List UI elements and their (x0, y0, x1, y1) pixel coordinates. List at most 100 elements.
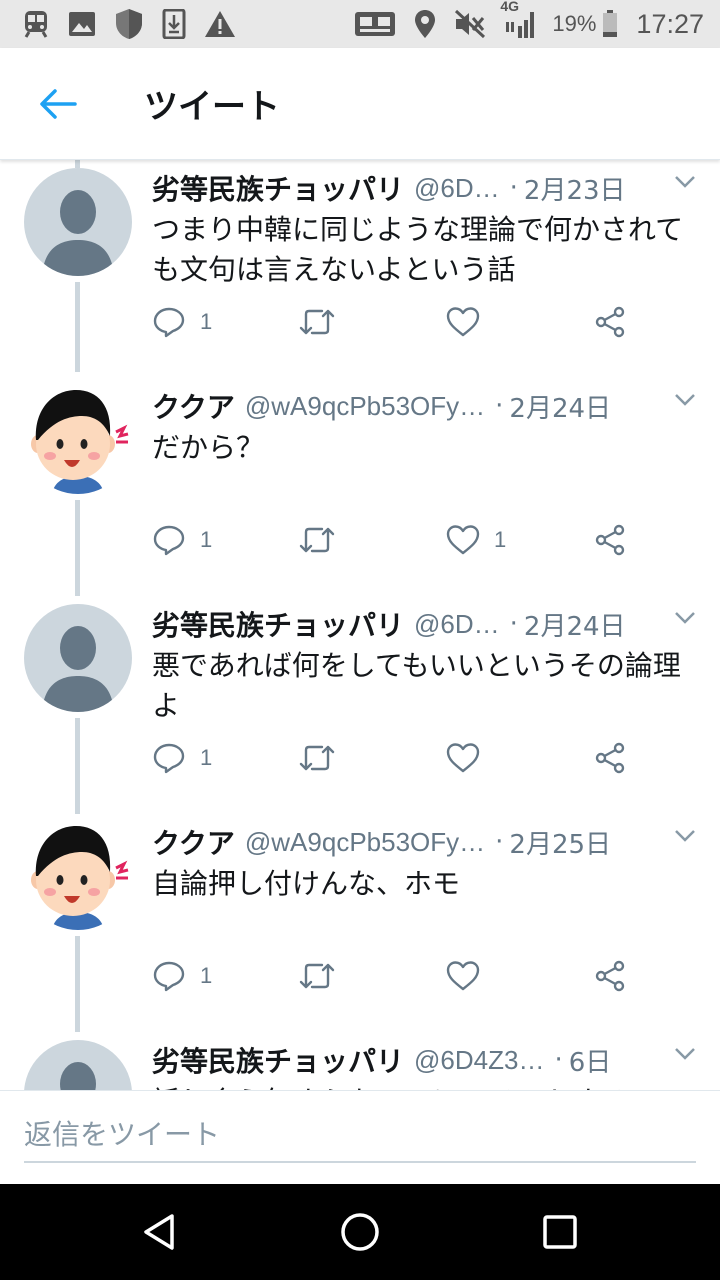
more-options-button[interactable] (672, 386, 698, 416)
cast-icon (354, 10, 396, 38)
tweet-header: 劣等民族チョッパリ @6D4Z3… · 6日 (152, 1040, 712, 1080)
default-profile-icon (60, 1062, 96, 1090)
tweet-item[interactable]: 劣等民族チョッパリ @6D4Z3… · 6日 話し合う気すらないのにコメントする… (0, 1032, 720, 1090)
share-button[interactable] (594, 960, 626, 992)
triangle-back-icon (144, 1214, 174, 1250)
tweet-date[interactable]: 2月24日 (509, 388, 611, 425)
mute-icon (454, 9, 486, 39)
retweet-button[interactable] (298, 961, 350, 991)
separator-dot: · (509, 173, 518, 203)
share-icon (595, 524, 625, 556)
retweet-icon (299, 963, 335, 989)
avatar[interactable] (24, 1040, 132, 1090)
like-button[interactable] (446, 960, 494, 992)
user-handle[interactable]: @wA9qcPb53OFy… (245, 827, 485, 858)
share-button[interactable] (594, 524, 626, 556)
tweet-item[interactable]: ククア @wA9qcPb53OFy… · 2月25日 自論押し付けんな、ホモ 1 (0, 814, 720, 1032)
battery-icon (602, 10, 618, 38)
reply-button[interactable]: 1 (152, 960, 212, 992)
heart-icon (446, 743, 480, 773)
more-options-button[interactable] (672, 1040, 698, 1070)
avatar[interactable] (24, 822, 132, 930)
user-handle[interactable]: @6D… (414, 173, 500, 204)
tweet-item[interactable]: ククア @wA9qcPb53OFy… · 2月24日 だから？ 1 1 (0, 378, 720, 596)
chevron-down-icon (675, 1048, 695, 1060)
chevron-down-icon (675, 394, 695, 406)
tweet-item[interactable]: 劣等民族チョッパリ @6D… · 2月23日 つまり中韓に同じような理論で何かさ… (0, 160, 720, 372)
nav-recents-button[interactable] (536, 1208, 584, 1256)
share-button[interactable] (594, 742, 626, 774)
default-profile-icon (42, 190, 114, 276)
display-name[interactable]: ククア (152, 386, 235, 426)
share-icon (595, 960, 625, 992)
retweet-button[interactable] (298, 525, 350, 555)
tweet-actions: 1 (152, 738, 652, 778)
display-name[interactable]: 劣等民族チョッパリ (152, 1040, 404, 1080)
circle-home-icon (341, 1213, 379, 1251)
display-name[interactable]: 劣等民族チョッパリ (152, 604, 404, 644)
thread-connector (75, 936, 80, 1032)
tweet-date[interactable]: 2月25日 (509, 824, 611, 861)
retweet-button[interactable] (298, 743, 350, 773)
thread-connector (75, 500, 80, 596)
like-count: 1 (494, 527, 507, 552)
warning-icon (204, 10, 236, 38)
avatar[interactable] (24, 604, 132, 712)
tweet-text: 話し合う気すらないのにコメントするの (152, 1082, 697, 1090)
tweet-header: ククア @wA9qcPb53OFy… · 2月24日 (152, 386, 712, 426)
share-button[interactable] (594, 306, 626, 338)
reply-button[interactable]: 1 (152, 306, 212, 338)
reply-button[interactable]: 1 (152, 524, 212, 556)
reply-count: 1 (200, 527, 213, 552)
separator-dot: · (495, 827, 504, 857)
status-bar: 4G 19% 17:27 (0, 0, 720, 48)
nav-home-button[interactable] (336, 1208, 384, 1256)
app-header: ツイート (0, 48, 720, 160)
tweet-actions: 1 1 (152, 520, 652, 560)
nav-back-button[interactable] (136, 1208, 184, 1256)
tweet-header: 劣等民族チョッパリ @6D… · 2月24日 (152, 604, 712, 644)
network-type-label: 4G (500, 0, 520, 14)
more-options-button[interactable] (672, 168, 698, 198)
reply-count: 1 (200, 745, 213, 770)
tweet-text: 自論押し付けんな、ホモ (152, 867, 461, 900)
reply-count: 1 (200, 963, 213, 988)
avatar[interactable] (24, 386, 132, 494)
reply-input[interactable]: 返信をツイート (24, 1115, 696, 1163)
like-button[interactable]: 1 (446, 524, 506, 556)
retweet-icon (299, 745, 335, 771)
battery-percent: 19% (552, 11, 597, 36)
user-handle[interactable]: @6D… (414, 609, 500, 640)
reply-icon (153, 525, 185, 556)
tweet-date[interactable]: 2月23日 (524, 170, 626, 207)
tweet-actions: 1 (152, 956, 652, 996)
cartoon-boy-avatar-icon (31, 826, 129, 930)
tweet-actions: 1 (152, 302, 652, 342)
tweet-thread[interactable]: 劣等民族チョッパリ @6D… · 2月23日 つまり中韓に同じような理論で何かさ… (0, 160, 720, 1090)
page-title: ツイート (144, 87, 280, 127)
tweet-date[interactable]: 6日 (569, 1042, 612, 1079)
more-options-button[interactable] (672, 604, 698, 634)
retweet-button[interactable] (298, 307, 350, 337)
heart-icon (446, 525, 480, 555)
avatar[interactable] (24, 168, 132, 276)
tweet-text: 悪であれば何をしてもいいというその論理よ (152, 649, 681, 722)
tweet-header: ククア @wA9qcPb53OFy… · 2月25日 (152, 822, 712, 862)
heart-icon (446, 307, 480, 337)
tweet-item[interactable]: 劣等民族チョッパリ @6D… · 2月24日 悪であれば何をしてもいいというその… (0, 596, 720, 814)
user-handle[interactable]: @6D4Z3… (414, 1045, 544, 1076)
like-button[interactable] (446, 742, 494, 774)
heart-icon (446, 961, 480, 991)
display-name[interactable]: ククア (152, 822, 235, 862)
display-name[interactable]: 劣等民族チョッパリ (152, 168, 404, 208)
like-button[interactable] (446, 306, 494, 338)
back-button[interactable] (28, 74, 88, 134)
tweet-text: つまり中韓に同じような理論で何かされても文句は言えないよという話 (152, 213, 684, 286)
image-icon (68, 11, 96, 37)
shield-icon (114, 8, 144, 40)
more-options-button[interactable] (672, 822, 698, 852)
square-recents-icon (543, 1215, 577, 1249)
tweet-date[interactable]: 2月24日 (524, 606, 626, 643)
user-handle[interactable]: @wA9qcPb53OFy… (245, 391, 485, 422)
reply-button[interactable]: 1 (152, 742, 212, 774)
